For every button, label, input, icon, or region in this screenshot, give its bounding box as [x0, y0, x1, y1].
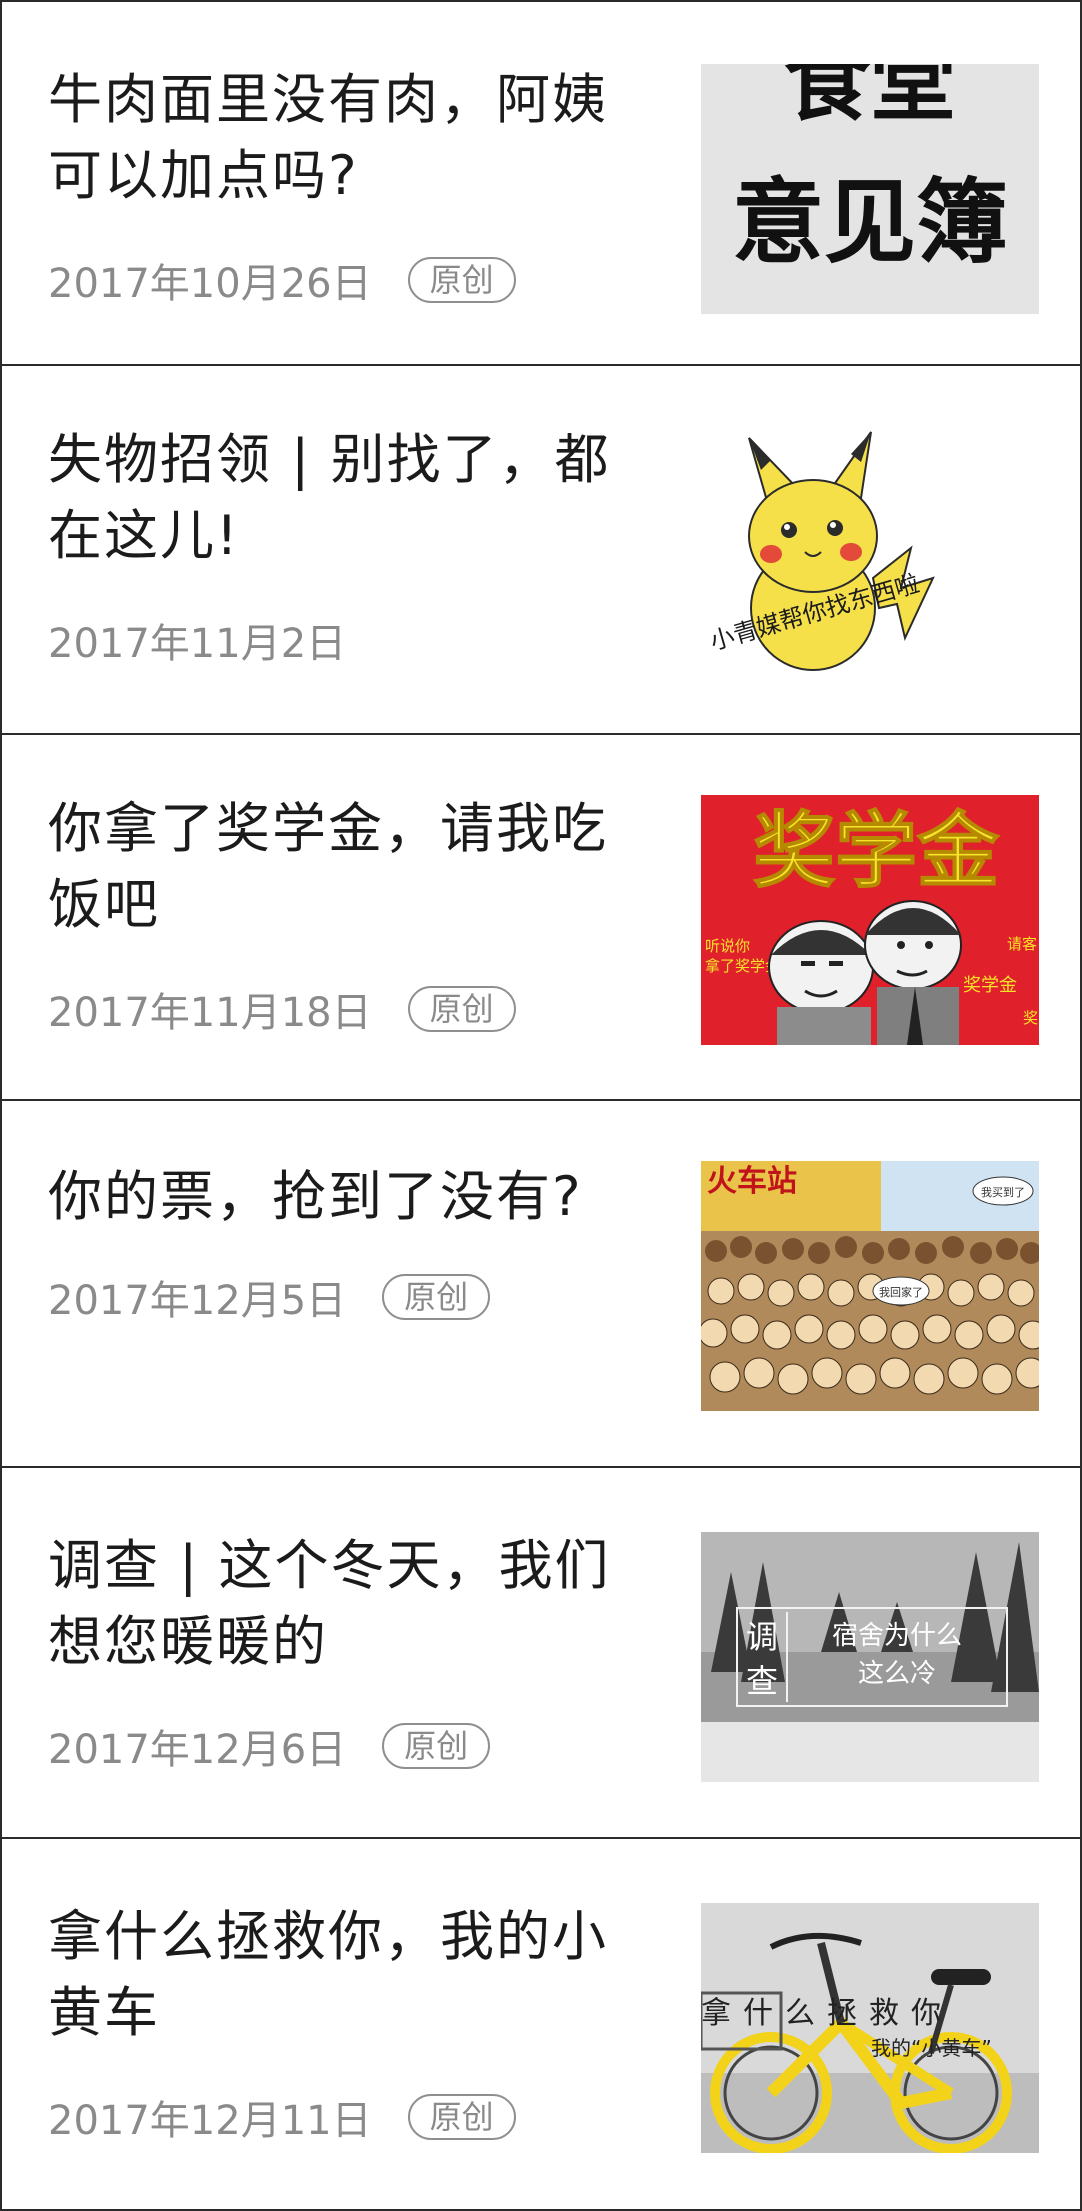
article-title[interactable]: 牛肉面里没有肉，阿姨可以加点吗? [48, 62, 648, 214]
article-date: 2017年12月5日 [48, 1278, 347, 1324]
article-card[interactable]: 失物招领 | 别找了，都在这儿! 2017年11月2日 小青媒帮你找东西啦 [0, 366, 1082, 735]
canteen-feedback-image: 食堂 意见簿 [701, 64, 1039, 314]
article-card[interactable]: 牛肉面里没有肉，阿姨可以加点吗? 2017年10月26日 原创 食堂 意见簿 [0, 0, 1082, 366]
thumb-text: 宿舍为什么 [832, 1621, 962, 1651]
original-badge: 原创 [382, 1723, 491, 1769]
thumb-text: 意见簿 [732, 172, 1008, 274]
yellow-bike-image: 拿什么拯救你 我的“小黄车” [701, 1903, 1039, 2153]
thumb-text: 我买到了 [981, 1186, 1025, 1199]
pikachu-image: 小青媒帮你找东西啦 [701, 428, 1039, 678]
article-title[interactable]: 你拿了奖学金，请我吃饭吧 [48, 791, 648, 943]
thumb-text: 火车站 [707, 1164, 797, 1199]
thumb-text: 奖学金 [753, 804, 1000, 899]
original-badge: 原创 [382, 1274, 491, 1320]
article-date: 2017年12月6日 [48, 1727, 347, 1773]
article-title[interactable]: 失物招领 | 别找了，都在这儿! [48, 422, 648, 574]
thumb-text: 听说你 [705, 937, 750, 955]
original-badge: 原创 [407, 2094, 516, 2140]
thumb-text: 调 [746, 1618, 778, 1656]
article-list: 牛肉面里没有肉，阿姨可以加点吗? 2017年10月26日 原创 食堂 意见簿 失… [0, 0, 1082, 2211]
article-date: 2017年12月11日 [48, 2098, 372, 2144]
article-meta: 2017年11月18日 原创 [48, 983, 516, 1036]
article-thumbnail[interactable]: 拿什么拯救你 我的“小黄车” [701, 1903, 1039, 2153]
thumb-text: 奖 [1023, 1009, 1038, 1027]
article-date: 2017年10月26日 [48, 261, 372, 307]
article-meta: 2017年12月11日 原创 [48, 2091, 516, 2144]
article-thumbnail[interactable]: 小青媒帮你找东西啦 [701, 428, 1039, 678]
article-card[interactable]: 拿什么拯救你，我的小黄车 2017年12月11日 原创 拿什么拯救你 我的“小黄… [0, 1839, 1082, 2211]
train-station-crowd-image: 火车站 我买到了 我回家了 [701, 1161, 1039, 1411]
article-thumbnail[interactable]: 调 查 宿舍为什么 这么冷 [701, 1532, 1039, 1782]
original-badge: 原创 [407, 257, 516, 303]
article-meta: 2017年12月6日 原创 [48, 1720, 491, 1773]
original-badge: 原创 [407, 986, 516, 1032]
article-thumbnail[interactable]: 食堂 意见簿 [701, 64, 1039, 314]
article-thumbnail[interactable]: 火车站 我买到了 我回家了 [701, 1161, 1039, 1411]
article-date: 2017年11月18日 [48, 990, 372, 1036]
scholarship-image: 奖学金 听说你 拿了奖学金 请客 奖学金 奖 [701, 795, 1039, 1045]
article-card[interactable]: 调查 | 这个冬天，我们想您暖暖的 2017年12月6日 原创 调 查 宿舍为什… [0, 1468, 1082, 1839]
article-meta: 2017年10月26日 原创 [48, 254, 516, 307]
article-date: 2017年11月2日 [48, 621, 347, 667]
snowy-forest-image: 调 查 宿舍为什么 这么冷 [701, 1532, 1039, 1782]
article-title[interactable]: 你的票，抢到了没有? [48, 1159, 648, 1235]
article-meta: 2017年12月5日 原创 [48, 1271, 491, 1324]
thumb-text: 请客 [1007, 935, 1037, 953]
thumb-text: 奖学金 [963, 975, 1017, 996]
article-meta: 2017年11月2日 [48, 614, 347, 667]
article-title[interactable]: 拿什么拯救你，我的小黄车 [48, 1899, 648, 2051]
thumb-text: 我回家了 [879, 1285, 923, 1299]
article-thumbnail[interactable]: 奖学金 听说你 拿了奖学金 请客 奖学金 奖 [701, 795, 1039, 1045]
thumb-text: 食堂 [784, 64, 956, 131]
article-title[interactable]: 调查 | 这个冬天，我们想您暖暖的 [48, 1528, 648, 1680]
article-card[interactable]: 你拿了奖学金，请我吃饭吧 2017年11月18日 原创 奖学金 听说你 拿了奖学… [0, 735, 1082, 1101]
thumb-text: 查 [746, 1662, 778, 1700]
thumb-text: 这么冷 [858, 1659, 936, 1689]
article-card[interactable]: 你的票，抢到了没有? 2017年12月5日 原创 火车站 我买到了 我回家了 [0, 1101, 1082, 1468]
thumb-text: 拿什么拯救你 [701, 1996, 953, 2031]
thumb-text: 我的“小黄车” [871, 2036, 992, 2060]
